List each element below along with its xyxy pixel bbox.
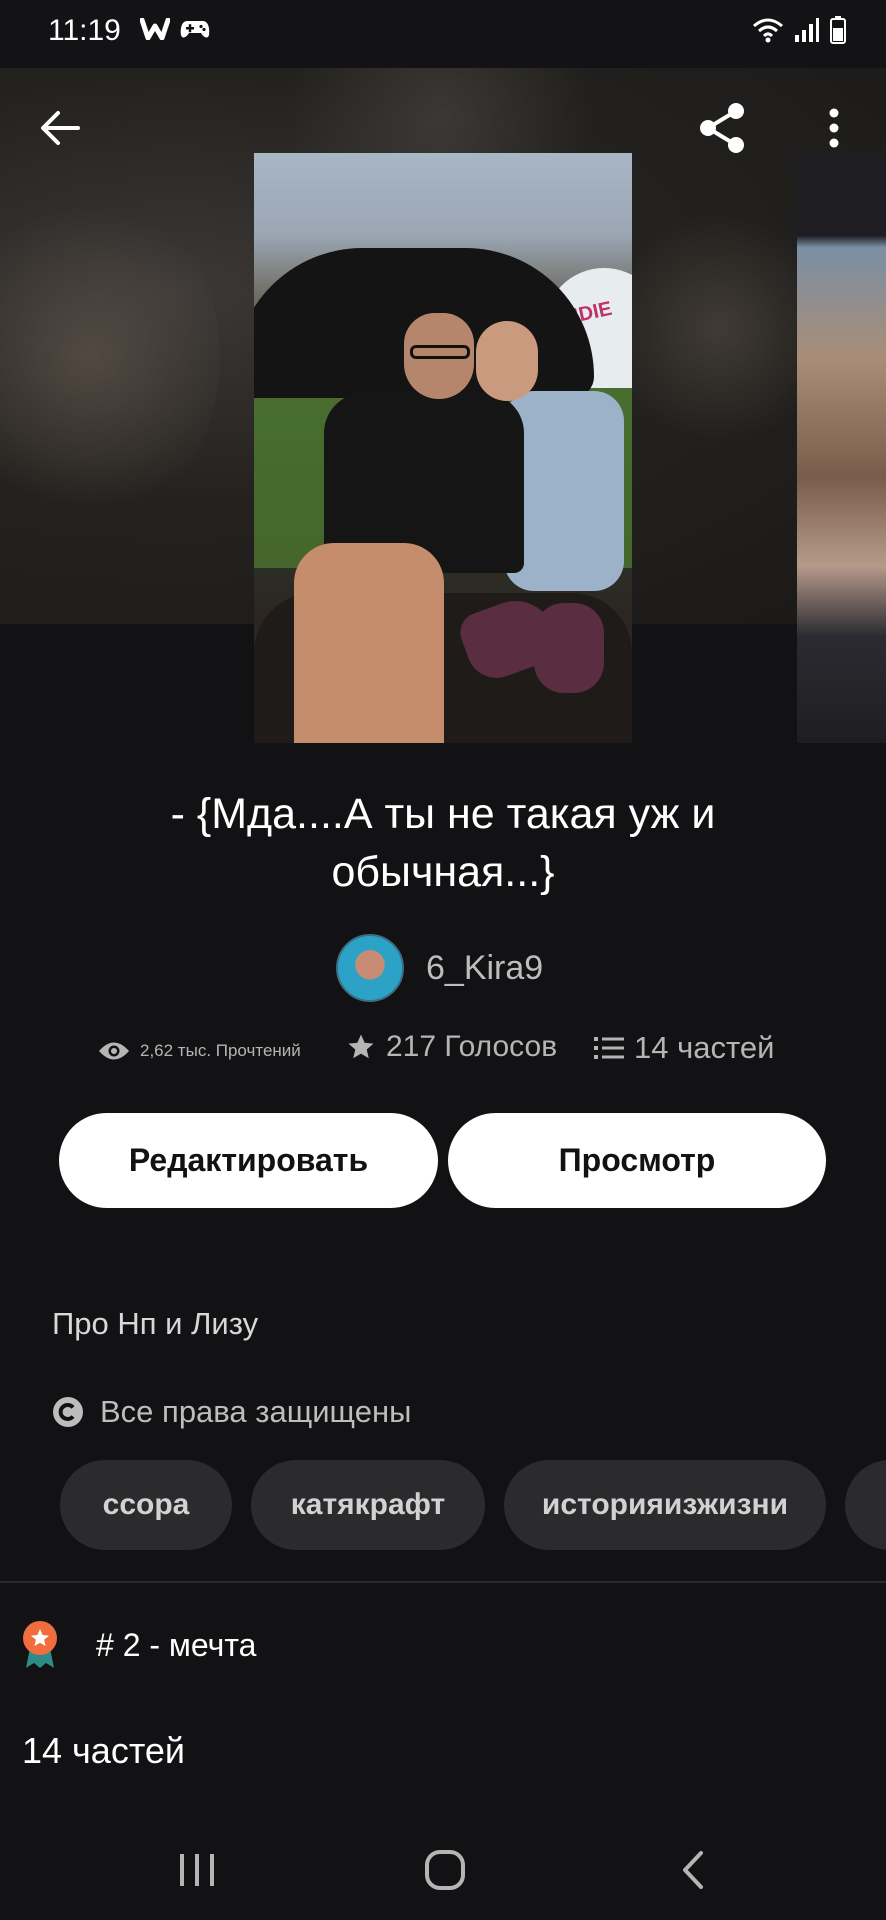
wattpad-w-icon	[140, 18, 170, 40]
view-button[interactable]: Просмотр	[448, 1113, 826, 1208]
reads-count: 2,62 тыс. Прочтений	[140, 1041, 301, 1060]
table-of-contents-parts[interactable]: 14 частей	[22, 1730, 185, 1772]
next-story-cover[interactable]	[797, 153, 886, 743]
signal-icon	[795, 18, 819, 42]
star-icon	[348, 1034, 374, 1059]
tag-chip[interactable]: катякрафт	[251, 1460, 485, 1550]
votes-stat: 217 Голосов	[346, 1030, 557, 1064]
ranking-row[interactable]: # 2 - мечта	[20, 1620, 256, 1670]
parts-stat: 14 частей	[594, 1030, 774, 1066]
arrow-left-icon	[41, 111, 80, 145]
system-navigation-bar	[0, 1820, 886, 1920]
rank-badge-icon	[23, 1621, 57, 1668]
recent-apps-button[interactable]	[137, 1820, 257, 1920]
tags-row: ссора катякрафт историяизжизни	[60, 1460, 886, 1550]
copyright-text: Все права защищены	[100, 1394, 412, 1429]
story-description: Про Нп и Лизу	[52, 1306, 259, 1341]
notification-icons	[140, 18, 210, 40]
system-icons	[752, 16, 846, 44]
author-name[interactable]: 6_Kira9	[426, 949, 543, 988]
more-vertical-icon	[829, 108, 839, 148]
tag-chip[interactable]	[845, 1460, 886, 1550]
home-button[interactable]	[385, 1820, 505, 1920]
story-title: - {Мда....А ты не такая уж и обычная...}	[170, 790, 716, 896]
battery-icon	[830, 16, 846, 44]
chevron-left-icon	[683, 1851, 703, 1889]
status-time: 11:19	[48, 14, 121, 47]
recent-apps-icon	[180, 1854, 214, 1886]
share-button[interactable]	[690, 96, 754, 160]
eye-icon	[99, 1042, 129, 1060]
copyright-row: Все права защищены	[52, 1394, 411, 1430]
story-cover-image[interactable]: INDIE	[254, 153, 632, 743]
section-divider	[0, 1581, 886, 1583]
tag-chip[interactable]: историяизжизни	[504, 1460, 826, 1550]
copyright-icon	[53, 1397, 83, 1427]
share-icon	[700, 103, 744, 153]
votes-count: 217 Голосов	[386, 1030, 558, 1063]
more-options-button[interactable]	[808, 96, 860, 160]
edit-button[interactable]: Редактировать	[59, 1113, 438, 1208]
system-back-button[interactable]	[633, 1820, 753, 1920]
author-row[interactable]: 6_Kira9	[336, 934, 543, 1002]
tag-chip[interactable]: ссора	[60, 1460, 232, 1550]
reads-stat: 2,62 тыс. Прочтений	[98, 1040, 301, 1062]
gamepad-icon	[180, 21, 210, 38]
list-icon	[594, 1037, 624, 1059]
wifi-icon	[753, 18, 783, 43]
back-button[interactable]	[30, 98, 90, 158]
status-bar: 11:19	[0, 0, 886, 68]
author-avatar[interactable]	[336, 934, 404, 1002]
story-stats: 2,62 тыс. Прочтений 217 Голосов 14 часте…	[98, 1030, 798, 1090]
home-icon	[425, 1850, 465, 1890]
ranking-label[interactable]: # 2 - мечта	[96, 1627, 256, 1664]
parts-stat-count: 14 частей	[634, 1030, 775, 1065]
